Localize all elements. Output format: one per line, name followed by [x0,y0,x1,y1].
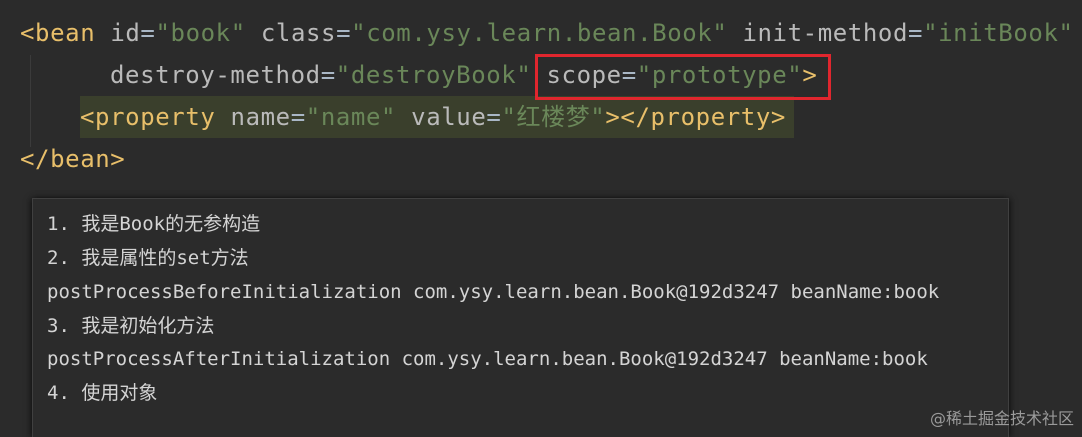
console-line: 2. 我是属性的set方法 [47,247,249,269]
attr-value: value [411,103,487,131]
attr-name: name [230,103,291,131]
code-line-1: <bean id="book" class="com.ysy.learn.bea… [20,18,1074,48]
console-line: postProcessBeforeInitialization com.ysy.… [47,281,940,303]
attr-id: id [110,19,141,47]
equals-sign: = [621,61,637,89]
bean-open-tag-close: > [802,61,818,89]
property-close-tag: ></property> [605,103,786,131]
value-value: "红楼梦" [501,103,606,131]
value-class: "com.ysy.learn.bean.Book" [351,19,728,47]
attr-destroy-method: destroy-method [110,61,321,89]
code-line-2: destroy-method="destroyBook" scope="prot… [110,60,817,90]
value-scope: "prototype" [636,61,803,89]
code-line-3: <property name="name" value="红楼梦"></prop… [80,102,786,132]
value-destroy-method: "destroyBook" [335,61,532,89]
attr-init-method: init-method [742,19,908,47]
code-editor[interactable]: <bean id="book" class="com.ysy.learn.bea… [0,0,1082,190]
bean-close-tag: </bean> [20,145,126,173]
value-id: "book" [155,19,246,47]
value-init-method: "initBook" [923,19,1074,47]
equals-sign: = [290,103,306,131]
equals-sign: = [140,19,156,47]
console-line: 4. 使用对象 [47,382,158,404]
property-open-tag: <property [80,103,216,131]
equals-sign: = [320,61,336,89]
indent-guide [30,55,31,147]
console-line: 3. 我是初始化方法 [47,315,215,337]
attr-class: class [260,19,337,47]
attr-scope: scope [546,61,622,89]
value-name: "name" [305,103,397,131]
console-line: postProcessAfterInitialization com.ysy.l… [47,348,928,370]
bean-open-tag: <bean [20,19,96,47]
console-output: 1. 我是Book的无参构造 2. 我是属性的set方法 postProcess… [33,199,1008,437]
equals-sign: = [486,103,502,131]
equals-sign: = [336,19,352,47]
console-line: 1. 我是Book的无参构造 [47,213,261,235]
equals-sign: = [908,19,924,47]
code-line-4: </bean> [20,144,125,174]
watermark: @稀土掘金技术社区 [929,409,1074,428]
